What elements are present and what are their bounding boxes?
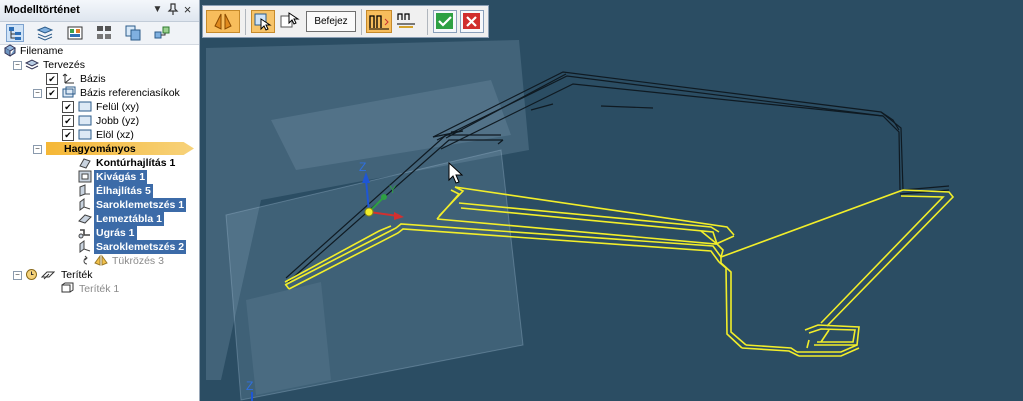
- graphics-viewport[interactable]: Z Y Z: [201, 0, 1023, 401]
- tree-label-teritek: Teríték: [61, 269, 93, 281]
- corner-break-icon: [78, 198, 92, 211]
- axis-y-label: Y: [389, 184, 397, 196]
- tree-label-feature: Lemeztábla 1: [94, 212, 164, 226]
- plane-icon: [78, 114, 92, 127]
- collapse-icon[interactable]: −: [33, 145, 42, 154]
- plane-icon: [78, 128, 92, 141]
- ref-planes-icon: [62, 86, 76, 99]
- tree-label-base-ref-planes: Bázis referenciasíkok: [80, 87, 180, 99]
- plane-icon: [78, 100, 92, 113]
- tree-item-filename[interactable]: Filename: [0, 44, 199, 58]
- tree-item-feature[interactable]: Ugrás 1: [0, 226, 199, 240]
- coordinate-system-icon: [62, 72, 76, 85]
- tree-item-feature[interactable]: Saroklemetszés 1: [0, 198, 199, 212]
- flat-pattern-icon: [60, 282, 74, 295]
- contour-flange-icon: [78, 156, 92, 169]
- tree-label-feature: Ugrás 1: [94, 226, 137, 240]
- clock-icon: [25, 268, 39, 281]
- tree-item-feature[interactable]: Tükrözés 3: [0, 254, 199, 268]
- collapse-icon[interactable]: −: [33, 89, 42, 98]
- tree-item-top-plane[interactable]: ✔ Felül (xy): [0, 100, 199, 114]
- tree-view-icon[interactable]: [6, 24, 24, 42]
- checkbox-checked-icon[interactable]: ✔: [62, 129, 74, 141]
- tree-item-feature[interactable]: Kivágás 1: [0, 170, 199, 184]
- tree-item-teritek[interactable]: − Teríték: [0, 268, 199, 282]
- tree-item-feature[interactable]: Saroklemetszés 2: [0, 240, 199, 254]
- collapse-icon[interactable]: −: [13, 61, 22, 70]
- tree-item-feature[interactable]: Lemeztábla 1: [0, 212, 199, 226]
- tree-label-filename: Filename: [20, 45, 64, 57]
- checkbox-checked-icon[interactable]: ✔: [62, 101, 74, 113]
- library-icon[interactable]: [66, 24, 84, 42]
- accept-button[interactable]: [433, 10, 457, 33]
- command-bar: Befejez: [202, 5, 489, 38]
- panel-title: Modelltörténet: [4, 4, 80, 16]
- orientation-button[interactable]: [366, 10, 392, 33]
- toolbar-separator: [361, 9, 362, 35]
- family-icon[interactable]: [95, 24, 113, 42]
- mirror-icon: [94, 254, 108, 267]
- tree-item-base-ref-planes[interactable]: − ✔ Bázis referenciasíkok: [0, 86, 199, 100]
- axis-z-label: Z: [359, 160, 366, 174]
- reference-plane: [246, 282, 331, 395]
- cancel-button[interactable]: [460, 10, 484, 33]
- tree-label-bazis: Bázis: [80, 73, 106, 85]
- tab-icon: [78, 212, 92, 225]
- tree-item-teritek-1[interactable]: Teríték 1: [0, 282, 199, 296]
- feature-options-button[interactable]: [206, 10, 240, 33]
- tree-label-top-plane: Felül (xy): [96, 101, 140, 113]
- tree-item-feature[interactable]: Kontúrhajlítás 1: [0, 156, 199, 170]
- checkbox-checked-icon[interactable]: ✔: [46, 87, 58, 99]
- corner-break-icon: [78, 240, 92, 253]
- model-history-panel: Modelltörténet ▼ × Filename − Tervezés ✔…: [0, 0, 200, 401]
- select-features-button[interactable]: [251, 10, 275, 33]
- tree-label-feature: Kivágás 1: [94, 170, 148, 184]
- design-icon: [24, 58, 40, 71]
- axis-z-label-2: Z: [246, 379, 253, 393]
- tree-label-front-plane: Elöl (xz): [96, 129, 134, 141]
- collapse-icon[interactable]: −: [13, 271, 22, 280]
- tree-item-right-plane[interactable]: ✔ Jobb (yz): [0, 114, 199, 128]
- panel-title-bar: Modelltörténet ▼ ×: [0, 0, 199, 22]
- cutout-icon: [78, 170, 92, 183]
- checkbox-checked-icon[interactable]: ✔: [46, 73, 58, 85]
- deselect-button[interactable]: [279, 10, 303, 33]
- tree-label-feature: Saroklemetszés 1: [94, 198, 187, 212]
- checkbox-checked-icon[interactable]: ✔: [62, 115, 74, 127]
- panel-toolbar: [0, 22, 199, 45]
- toolbar-separator: [245, 9, 246, 35]
- layers-icon[interactable]: [36, 24, 54, 42]
- options-button[interactable]: [395, 10, 421, 33]
- tree-label-feature: Élhajlítás 5: [94, 184, 153, 198]
- relations-icon[interactable]: [153, 24, 171, 42]
- copy-icon[interactable]: [124, 24, 142, 42]
- document-icon: [3, 44, 17, 57]
- tree-item-feature[interactable]: Élhajlítás 5: [0, 184, 199, 198]
- rollback-arrow-icon: [80, 254, 90, 267]
- finish-button[interactable]: Befejez: [306, 11, 356, 32]
- tree-label-hagyomanyos: Hagyományos: [64, 143, 136, 155]
- tree-label-feature: Kontúrhajlítás 1: [96, 157, 176, 169]
- panel-close-icon[interactable]: ×: [181, 3, 194, 17]
- tree-item-hagyomanyos[interactable]: − Hagyományos: [0, 142, 199, 156]
- tree-label-right-plane: Jobb (yz): [96, 115, 140, 127]
- tree-item-front-plane[interactable]: ✔ Elöl (xz): [0, 128, 199, 142]
- flat-pattern-icon: [40, 268, 56, 281]
- tree-item-bazis[interactable]: ✔ Bázis: [0, 72, 199, 86]
- tree-label-tervezes: Tervezés: [43, 59, 86, 71]
- model-view: Z Y Z: [206, 40, 955, 401]
- tree-item-tervezes[interactable]: − Tervezés: [0, 58, 199, 72]
- tree-label-teritek-1: Teríték 1: [79, 283, 120, 295]
- tree-label-feature: Saroklemetszés 2: [94, 240, 187, 254]
- tree-label-feature: Tükrözés 3: [112, 255, 164, 267]
- jog-icon: [78, 226, 92, 239]
- toolbar-separator: [427, 9, 428, 35]
- pin-icon[interactable]: [166, 3, 179, 17]
- flange-icon: [78, 184, 92, 197]
- panel-dropdown-icon[interactable]: ▼: [151, 3, 164, 17]
